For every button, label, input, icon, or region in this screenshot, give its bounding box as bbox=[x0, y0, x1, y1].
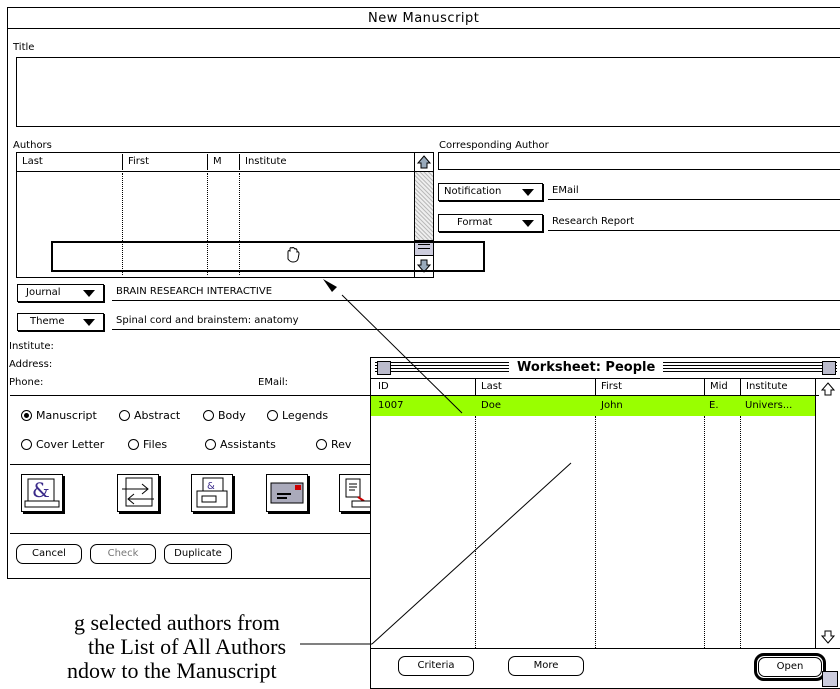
pointer-line bbox=[371, 462, 572, 645]
arrow-head-icon bbox=[323, 279, 337, 292]
annotation-lines bbox=[300, 279, 572, 645]
arrow-line bbox=[341, 294, 463, 414]
